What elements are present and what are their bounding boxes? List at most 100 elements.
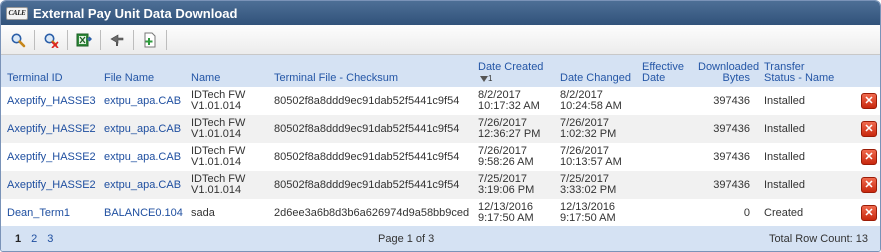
page-links: 1 2 3 xyxy=(15,233,53,245)
delete-cell: ✕ xyxy=(850,87,880,115)
table-row[interactable]: Axeptify_HASSE2 extpu_apa.CAB IDTech FW V… xyxy=(1,115,880,143)
add-button[interactable] xyxy=(139,29,161,51)
column-header-name[interactable]: Name xyxy=(185,55,268,87)
column-header-terminal-id[interactable]: Terminal ID xyxy=(1,55,98,87)
table-header-row: Terminal ID File Name Name Terminal File… xyxy=(1,55,880,87)
downloaded-bytes-cell: 397436 xyxy=(692,115,758,143)
column-header-date-changed[interactable]: Date Changed xyxy=(554,55,636,87)
close-icon: ✕ xyxy=(864,122,874,135)
file-name-cell[interactable]: extpu_apa.CAB xyxy=(98,171,185,199)
transfer-status-cell: Installed xyxy=(764,150,805,163)
pager: 1 2 3 Page 1 of 3 Total Row Count: 13 xyxy=(1,226,880,251)
delete-cell: ✕ xyxy=(850,115,880,143)
title-bar: CALE External Pay Unit Data Download xyxy=(1,1,880,25)
close-icon: ✕ xyxy=(864,178,874,191)
terminal-id-cell[interactable]: Axeptify_HASSE3 xyxy=(1,87,98,115)
file-name-cell[interactable]: BALANCE0.104 xyxy=(98,199,185,227)
transfer-status-cell: Installed xyxy=(758,115,850,143)
transfer-status-cell: Installed xyxy=(764,94,805,107)
close-icon: ✕ xyxy=(864,94,874,107)
delete-button[interactable]: ✕ xyxy=(861,149,877,165)
name-cell: IDTech FW V1.01.014 xyxy=(185,171,268,199)
send-button[interactable] xyxy=(106,29,128,51)
column-header-downloaded-bytes[interactable]: Downloaded Bytes xyxy=(692,55,759,87)
column-header-effective-date[interactable]: Effective Date xyxy=(636,55,692,87)
close-icon: ✕ xyxy=(864,206,874,219)
clear-search-icon xyxy=(44,33,59,48)
checksum-cell: 80502f8a8ddd9ec91dab52f5441c9f54 xyxy=(268,115,472,143)
column-header-date-created[interactable]: Date Created 1 xyxy=(472,55,554,87)
name-cell: sada xyxy=(191,206,215,219)
add-document-icon xyxy=(144,32,156,47)
column-header-file-name[interactable]: File Name xyxy=(98,55,185,87)
data-download-panel: CALE External Pay Unit Data Download Ter… xyxy=(0,0,881,252)
date-created-cell: 8/2/2017 10:17:32 AM xyxy=(478,89,540,112)
column-header-transfer-status[interactable]: Transfer Status - Name xyxy=(758,55,850,87)
search-icon xyxy=(11,33,26,47)
page-link-3[interactable]: 3 xyxy=(47,233,53,245)
page-indicator: Page 1 of 3 xyxy=(378,232,435,245)
checksum-cell: 80502f8a8ddd9ec91dab52f5441c9f54 xyxy=(274,150,460,163)
page-link-1[interactable]: 1 xyxy=(15,233,21,245)
file-name-cell[interactable]: extpu_apa.CAB xyxy=(98,115,185,143)
name-cell: IDTech FW V1.01.014 xyxy=(191,145,246,168)
delete-button[interactable]: ✕ xyxy=(861,121,877,137)
table-row[interactable]: Axeptify_HASSE2 extpu_apa.CAB IDTech FW V… xyxy=(1,171,880,199)
delete-button[interactable]: ✕ xyxy=(861,177,877,193)
effective-date-cell xyxy=(636,171,692,199)
downloaded-bytes-cell: 0 xyxy=(743,206,750,219)
toolbar-separator xyxy=(34,29,35,50)
date-changed-cell: 8/2/2017 10:24:58 AM xyxy=(560,89,622,112)
table-row[interactable]: Axeptify_HASSE2 extpu_apa.CAB IDTech FW V… xyxy=(1,143,880,171)
file-name-cell[interactable]: extpu_apa.CAB xyxy=(98,143,185,171)
date-created-cell: 7/26/2017 9:58:26 AM xyxy=(478,145,534,168)
effective-date-cell xyxy=(636,115,692,143)
name-cell: IDTech FW V1.01.014 xyxy=(191,89,246,112)
downloaded-bytes-cell: 397436 xyxy=(713,150,750,163)
close-icon: ✕ xyxy=(864,150,874,163)
clear-search-button[interactable] xyxy=(40,29,62,51)
table-body: Axeptify_HASSE3 extpu_apa.CAB IDTech FW V… xyxy=(1,87,880,227)
date-created-cell: 12/13/2016 9:17:50 AM xyxy=(478,201,534,224)
date-created-cell: 7/25/2017 3:19:06 PM xyxy=(472,171,554,199)
toolbar-separator xyxy=(133,29,134,50)
delete-button[interactable]: ✕ xyxy=(861,205,877,221)
delete-cell: ✕ xyxy=(850,143,880,171)
date-created-cell: 7/26/2017 12:36:27 PM xyxy=(472,115,554,143)
transfer-status-cell: Created xyxy=(764,206,804,219)
page-link-2[interactable]: 2 xyxy=(31,233,37,245)
delete-cell: ✕ xyxy=(850,171,880,199)
checksum-cell: 80502f8a8ddd9ec91dab52f5441c9f54 xyxy=(274,94,460,107)
checksum-cell: 80502f8a8ddd9ec91dab52f5441c9f54 xyxy=(268,171,472,199)
delete-button[interactable]: ✕ xyxy=(861,93,877,109)
transfer-status-cell: Installed xyxy=(758,171,850,199)
downloads-table: Terminal ID File Name Name Terminal File… xyxy=(1,55,880,227)
toolbar-separator xyxy=(67,29,68,50)
export-button[interactable] xyxy=(73,29,95,51)
table-row[interactable]: Dean_Term1 BALANCE0.104 sada 2d6ee3a6b8d… xyxy=(1,199,880,227)
name-cell: IDTech FW V1.01.014 xyxy=(185,115,268,143)
send-icon xyxy=(110,33,124,46)
toolbar-separator xyxy=(100,29,101,50)
export-excel-icon xyxy=(76,33,92,46)
downloaded-bytes-cell: 397436 xyxy=(713,94,750,107)
effective-date-cell xyxy=(636,87,692,115)
cale-logo: CALE xyxy=(6,6,28,20)
column-header-checksum[interactable]: Terminal File - Checksum xyxy=(268,55,472,87)
terminal-id-cell[interactable]: Axeptify_HASSE2 xyxy=(1,143,98,171)
table-row[interactable]: Axeptify_HASSE3 extpu_apa.CAB IDTech FW V… xyxy=(1,87,880,115)
date-changed-cell: 7/26/2017 10:13:57 AM xyxy=(560,145,622,168)
search-button[interactable] xyxy=(7,29,29,51)
terminal-id-cell[interactable]: Axeptify_HASSE2 xyxy=(1,171,98,199)
terminal-id-cell[interactable]: Dean_Term1 xyxy=(1,199,98,227)
sort-index: 1 xyxy=(488,74,493,83)
file-name-cell[interactable]: extpu_apa.CAB xyxy=(98,87,185,115)
terminal-id-cell[interactable]: Axeptify_HASSE2 xyxy=(1,115,98,143)
date-changed-cell: 12/13/2016 9:17:50 AM xyxy=(560,201,616,224)
page-title: External Pay Unit Data Download xyxy=(33,5,238,21)
downloaded-bytes-cell: 397436 xyxy=(692,171,758,199)
delete-cell: ✕ xyxy=(850,199,880,227)
total-row-count: Total Row Count: 13 xyxy=(768,232,868,245)
date-changed-cell: 7/26/2017 1:02:32 PM xyxy=(554,115,636,143)
checksum-cell: 2d6ee3a6b8d3b6a626974d9a58bb9ced xyxy=(274,206,470,219)
